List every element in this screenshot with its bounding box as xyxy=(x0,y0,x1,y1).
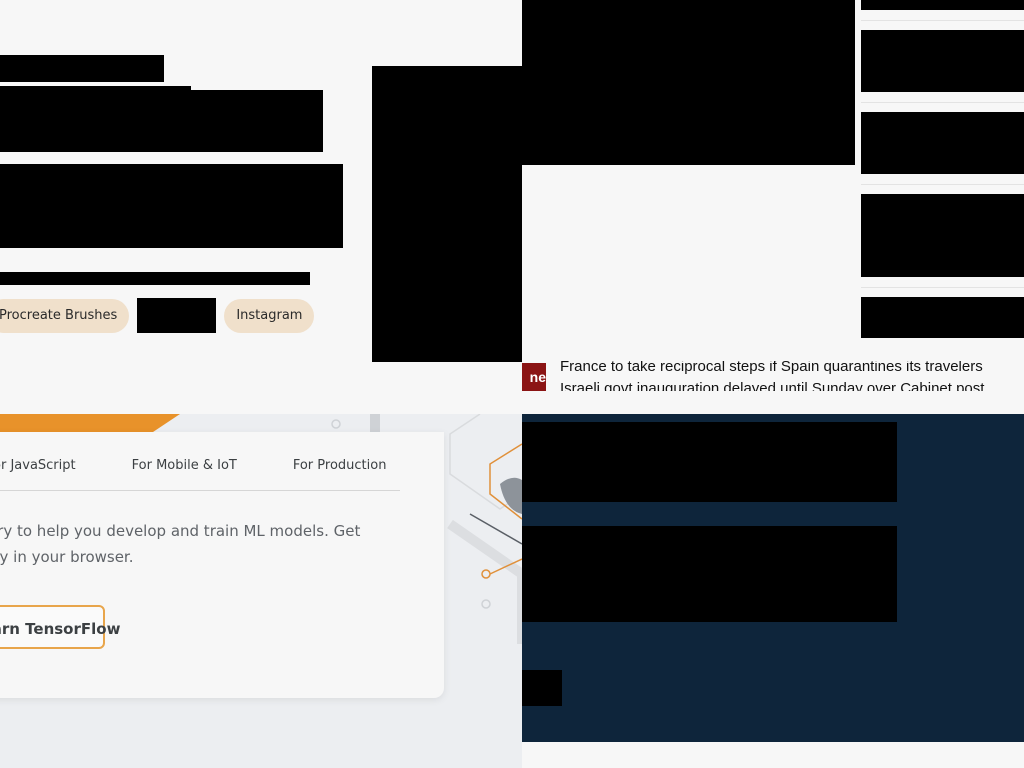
news-ticker: ne France to take reciprocal steps if Sp… xyxy=(522,361,1024,391)
platform-tabs: For JavaScript For Mobile & IoT For Prod… xyxy=(0,458,442,473)
redacted-heading-kicker xyxy=(0,55,164,82)
redacted-paragraph xyxy=(0,164,343,248)
ticker-headline[interactable]: France to take reciprocal steps if Spain… xyxy=(560,361,983,375)
ticker-headline[interactable]: Israeli govt inauguration delayed until … xyxy=(560,380,984,391)
divider xyxy=(861,20,1024,21)
accent-band xyxy=(0,414,180,432)
divider xyxy=(861,102,1024,103)
tab-production[interactable]: For Production xyxy=(293,458,387,473)
tab-mobile-iot[interactable]: For Mobile & IoT xyxy=(132,458,237,473)
divider xyxy=(861,287,1024,288)
redacted-caption xyxy=(0,272,310,285)
redacted-image xyxy=(372,66,522,362)
redacted-body xyxy=(522,526,897,622)
dark-banner xyxy=(522,414,1024,742)
redacted-tag[interactable] xyxy=(137,298,217,333)
tensorflow-hero: For JavaScript For Mobile & IoT For Prod… xyxy=(0,414,522,768)
redacted-video[interactable] xyxy=(522,0,855,165)
redacted-button[interactable] xyxy=(522,670,562,706)
ticker-badge: ne xyxy=(522,363,546,391)
tag-procreate-brushes[interactable]: Procreate Brushes xyxy=(0,298,130,333)
tab-underline xyxy=(0,490,400,491)
redacted-thumbnail[interactable] xyxy=(861,0,1024,10)
divider xyxy=(861,184,1024,185)
tab-javascript[interactable]: For JavaScript xyxy=(0,458,76,473)
tag-list: Procreate Brushes Instagram xyxy=(0,298,315,333)
article-panel: Procreate Brushes Instagram xyxy=(0,0,522,414)
redacted-headline xyxy=(522,422,897,502)
redacted-thumbnail[interactable] xyxy=(861,112,1024,174)
redacted-thumbnail[interactable] xyxy=(861,297,1024,338)
redacted-thumbnail[interactable] xyxy=(861,30,1024,92)
news-panel: ne France to take reciprocal steps if Sp… xyxy=(522,0,1024,414)
redacted-thumbnail[interactable] xyxy=(861,194,1024,277)
tag-instagram[interactable]: Instagram xyxy=(224,298,315,333)
promo-panel xyxy=(522,414,1024,768)
redacted-heading xyxy=(0,90,323,152)
intro-description: An end-to-end open source machine learni… xyxy=(0,522,361,566)
learn-tensorflow-button[interactable]: Learn TensorFlow xyxy=(0,605,120,649)
